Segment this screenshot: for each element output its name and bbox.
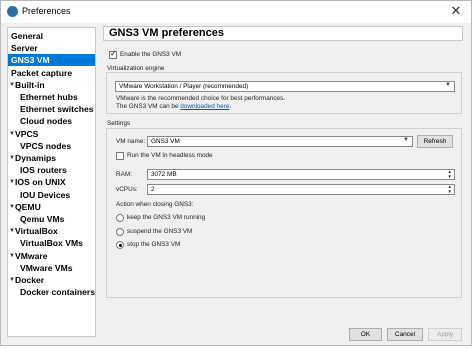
tree-item-label: VirtualBox xyxy=(15,226,58,237)
page-title: GNS3 VM preferences xyxy=(109,27,224,39)
vcpus-value: 2 xyxy=(151,186,155,193)
stop-label: stop the GNS3 VM xyxy=(127,241,181,248)
keep-running-radio[interactable] xyxy=(116,214,124,222)
tree-item-iou-devices[interactable]: IOU Devices xyxy=(8,189,95,201)
tree-item-label: Packet capture xyxy=(11,67,73,78)
close-icon[interactable]: ✕ xyxy=(449,3,463,19)
tree-item-label: Dynamips xyxy=(15,153,57,163)
vm-name-select[interactable]: GNS3 VM ▼ xyxy=(147,136,413,147)
tree-item-label: VirtualBox VMs xyxy=(20,238,83,249)
download-link[interactable]: downloaded here xyxy=(180,103,229,110)
tree-item-ios-on-unix[interactable]: ▼ IOS on UNIX xyxy=(8,176,95,188)
tree-item-label: Docker xyxy=(15,275,45,285)
ok-button[interactable]: OK xyxy=(349,328,382,341)
tree-item-vpcs-nodes[interactable]: VPCS nodes xyxy=(8,140,95,152)
tree-item-label: QEMU xyxy=(15,201,41,212)
tree-item-gns3-vm[interactable]: GNS3 VM xyxy=(8,54,95,67)
settings-group-title: Settings xyxy=(107,120,131,127)
tree-item-label: General xyxy=(11,31,44,41)
tree-item-qemu-vms[interactable]: Qemu VMs xyxy=(8,213,95,225)
tree-item-docker-containers[interactable]: Docker containers xyxy=(8,286,95,298)
tree-item-vmware[interactable]: ▼ VMware xyxy=(8,250,95,262)
tree-item-label: Server xyxy=(11,43,38,54)
tree-item-label: Ethernet switches xyxy=(20,104,94,115)
preferences-window: Preferences ✕ General Server GNS3 VM Packet… xyxy=(0,0,472,346)
page-header: GNS3 VM preferences xyxy=(103,26,463,41)
settings-panel: Enable the GNS3 VM Virtualization engine… xyxy=(103,42,464,320)
engine-select-value: VMware Workstation / Player (recommended… xyxy=(119,83,249,90)
tree-item-server[interactable]: Server xyxy=(8,42,95,54)
suspend-radio[interactable] xyxy=(116,228,124,236)
title-bar: Preferences ✕ xyxy=(1,1,471,23)
refresh-button[interactable]: Refresh xyxy=(417,135,453,148)
tree-item-label: IOS on UNIX xyxy=(15,177,66,188)
ram-label: RAM: xyxy=(116,171,132,178)
enable-gns3-vm-checkbox[interactable] xyxy=(109,49,117,59)
engine-note-2-prefix: The GNS3 VM can be xyxy=(116,103,181,110)
tree-item-virtualbox[interactable]: ▼ VirtualBox xyxy=(8,225,95,237)
cancel-button[interactable]: Cancel xyxy=(387,328,423,341)
tree-item-label: VMware VMs xyxy=(20,262,73,273)
ram-spinbox[interactable]: 3072 MB ▲ ▼ xyxy=(147,169,455,180)
tree-item-label: IOS routers xyxy=(20,165,67,176)
suspend-label: suspend the GNS3 VM xyxy=(127,228,193,235)
engine-note-1: VMware is the recommended choice for bes… xyxy=(116,95,286,102)
tree-item-virtualbox-vms[interactable]: VirtualBox VMs xyxy=(8,237,95,249)
headless-checkbox[interactable] xyxy=(116,152,124,160)
enable-gns3-vm-label: Enable the GNS3 VM xyxy=(120,51,182,58)
vm-name-value: GNS3 VM xyxy=(151,138,180,145)
preferences-tree: General Server GNS3 VM Packet capture ▼ Built… xyxy=(7,27,96,337)
spin-arrows-icon[interactable]: ▲ ▼ xyxy=(448,169,452,179)
vcpus-label: vCPUs: xyxy=(116,186,138,193)
engine-select[interactable]: VMware Workstation / Player (recommended… xyxy=(115,81,455,92)
tree-item-dynamips[interactable]: ▼ Dynamips xyxy=(8,152,95,164)
apply-button[interactable]: Apply xyxy=(428,328,462,341)
tree-item-cloud-nodes[interactable]: Cloud nodes xyxy=(8,115,95,127)
vm-name-label: VM name: xyxy=(116,138,146,145)
tree-item-label: VMware xyxy=(15,250,48,261)
tree-item-docker[interactable]: ▼ Docker xyxy=(8,274,95,286)
vcpus-spinbox[interactable]: 2 ▲ ▼ xyxy=(147,184,455,195)
engine-note-2: The GNS3 VM can be downloaded here. xyxy=(116,103,231,110)
app-icon xyxy=(7,6,18,17)
dropdown-arrow-icon: ▼ xyxy=(403,137,409,143)
tree-item-ios-routers[interactable]: IOS routers xyxy=(8,164,95,176)
spin-arrows-icon[interactable]: ▲ ▼ xyxy=(448,184,452,194)
window-title: Preferences xyxy=(22,6,71,16)
tree-item-ethernet-hubs[interactable]: Ethernet hubs xyxy=(8,91,95,103)
engine-note-2-suffix: . xyxy=(229,103,232,110)
virtualization-engine-title: Virtualization engine xyxy=(107,65,165,72)
tree-item-label: VPCS xyxy=(15,128,39,139)
dropdown-arrow-icon: ▼ xyxy=(445,82,451,88)
tree-item-label: Qemu VMs xyxy=(20,214,65,224)
tree-item-vpcs[interactable]: ▼ VPCS xyxy=(8,128,95,140)
virtualization-engine-group: VMware Workstation / Player (recommended… xyxy=(106,72,462,114)
tree-item-general[interactable]: General xyxy=(8,30,95,42)
tree-item-ethernet-switches[interactable]: Ethernet switches xyxy=(8,103,95,115)
tree-item-label: VPCS nodes xyxy=(20,140,72,151)
closing-action-label: Action when closing GNS3: xyxy=(116,201,194,208)
stop-radio[interactable] xyxy=(116,241,124,249)
keep-running-label: keep the GNS3 VM running xyxy=(127,214,206,221)
tree-item-qemu[interactable]: ▼ QEMU xyxy=(8,201,95,213)
tree-item-label: Built-in xyxy=(15,79,45,90)
tree-item-label: IOU Devices xyxy=(20,189,71,200)
tree-item-vmware-vms[interactable]: VMware VMs xyxy=(8,262,95,274)
tree-item-built-in[interactable]: ▼ Built-in xyxy=(8,79,95,91)
tree-item-label: Ethernet hubs xyxy=(20,92,78,102)
headless-label: Run the VM in headless mode xyxy=(127,152,213,159)
tree-item-label: GNS3 VM xyxy=(11,55,50,66)
ram-value: 3072 MB xyxy=(151,171,177,178)
tree-item-packet-capture[interactable]: Packet capture xyxy=(8,67,95,79)
tree-item-label: Docker containers xyxy=(20,287,95,298)
settings-group: VM name: GNS3 VM ▼ Refresh Run the VM in… xyxy=(106,128,462,298)
tree-item-label: Cloud nodes xyxy=(20,116,73,127)
